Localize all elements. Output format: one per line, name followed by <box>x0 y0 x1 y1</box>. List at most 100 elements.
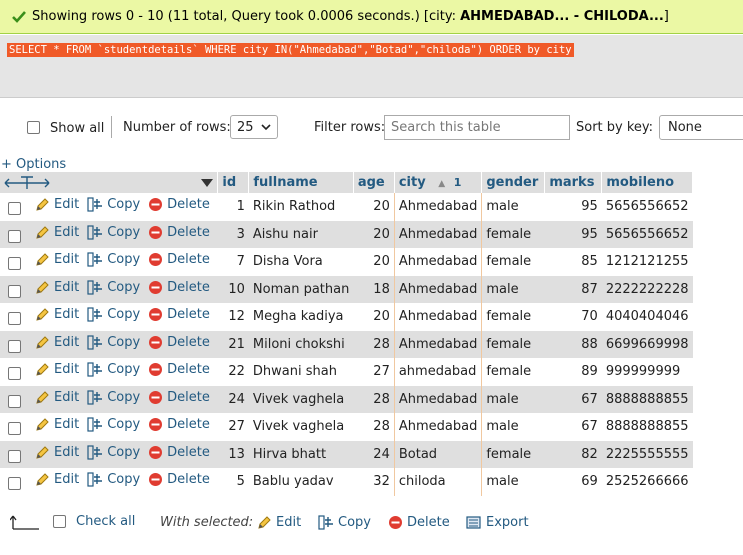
cell-marks[interactable]: 87 <box>544 275 602 303</box>
delete-button[interactable]: Delete <box>148 445 210 460</box>
cell-mobileno[interactable]: 6699669998 <box>601 330 693 358</box>
row-checkbox[interactable] <box>8 229 21 243</box>
cell-age[interactable]: 20 <box>353 193 395 221</box>
cell-age[interactable]: 24 <box>353 440 395 468</box>
cell-city[interactable]: Ahmedabad <box>393 193 483 221</box>
cell-id[interactable]: 10 <box>217 275 249 303</box>
row-checkbox[interactable] <box>8 257 21 271</box>
cell-fullname[interactable]: Miloni chokshi <box>248 330 354 358</box>
cell-gender[interactable]: female <box>481 248 545 276</box>
column-visibility-dropdown-icon[interactable] <box>201 178 214 187</box>
delete-button[interactable]: Delete <box>148 225 210 240</box>
cell-gender[interactable]: female <box>481 358 545 386</box>
cell-mobileno[interactable]: 2225555555 <box>601 440 693 468</box>
edit-button[interactable]: Edit <box>35 335 79 350</box>
column-header-age[interactable]: age <box>353 172 395 193</box>
copy-button[interactable]: Copy <box>87 362 140 377</box>
copy-button[interactable]: Copy <box>87 197 140 212</box>
row-checkbox[interactable] <box>8 339 21 353</box>
copy-button[interactable]: Copy <box>87 445 140 460</box>
cell-fullname[interactable]: Dhwani shah <box>248 358 354 386</box>
cell-id[interactable]: 21 <box>217 330 249 358</box>
cell-fullname[interactable]: Rikin Rathod <box>248 193 354 221</box>
filter-rows-input[interactable]: Search this table <box>384 115 570 140</box>
cell-age[interactable]: 32 <box>353 468 395 496</box>
row-checkbox[interactable] <box>8 449 21 463</box>
column-resize-arrows-icon[interactable] <box>4 175 50 190</box>
cell-mobileno[interactable]: 2222222228 <box>601 275 693 303</box>
cell-id[interactable]: 22 <box>217 358 249 386</box>
delete-button[interactable]: Delete <box>148 197 210 212</box>
show-all-checkbox[interactable] <box>27 121 40 134</box>
sql-query[interactable]: SELECT * FROM `studentdetails` WHERE cit… <box>7 43 574 57</box>
cell-age[interactable]: 20 <box>353 220 395 248</box>
cell-id[interactable]: 1 <box>217 193 249 221</box>
bulk-copy-button[interactable]: Copy <box>318 515 371 530</box>
cell-fullname[interactable]: Disha Vora <box>248 248 354 276</box>
cell-age[interactable]: 28 <box>353 330 395 358</box>
cell-mobileno[interactable]: 999999999 <box>601 358 693 386</box>
cell-city[interactable]: ahmedabad <box>393 358 483 386</box>
cell-gender[interactable]: male <box>481 275 545 303</box>
cell-fullname[interactable]: Bablu yadav <box>248 468 354 496</box>
edit-button[interactable]: Edit <box>35 390 79 405</box>
cell-age[interactable]: 28 <box>353 413 395 441</box>
cell-gender[interactable]: male <box>481 413 545 441</box>
rows-select[interactable]: 25 <box>230 115 278 139</box>
cell-age[interactable]: 20 <box>353 248 395 276</box>
cell-age[interactable]: 20 <box>353 303 395 331</box>
cell-marks[interactable]: 69 <box>544 468 602 496</box>
cell-fullname[interactable]: Noman pathan <box>248 275 354 303</box>
cell-city[interactable]: chiloda <box>393 468 483 496</box>
cell-gender[interactable]: female <box>481 220 545 248</box>
cell-marks[interactable]: 67 <box>544 413 602 441</box>
edit-button[interactable]: Edit <box>35 445 79 460</box>
cell-fullname[interactable]: Hirva bhatt <box>248 440 354 468</box>
cell-gender[interactable]: male <box>481 193 545 221</box>
cell-city[interactable]: Botad <box>393 440 483 468</box>
bulk-edit-button[interactable]: Edit <box>257 515 301 530</box>
bulk-delete-button[interactable]: Delete <box>388 515 450 530</box>
cell-id[interactable]: 12 <box>217 303 249 331</box>
cell-gender[interactable]: female <box>481 330 545 358</box>
delete-button[interactable]: Delete <box>148 417 210 432</box>
delete-button[interactable]: Delete <box>148 280 210 295</box>
cell-city[interactable]: Ahmedabad <box>393 220 483 248</box>
copy-button[interactable]: Copy <box>87 252 140 267</box>
options-link[interactable]: + Options <box>1 157 66 172</box>
check-all-checkbox[interactable] <box>53 515 66 528</box>
copy-button[interactable]: Copy <box>87 417 140 432</box>
cell-city[interactable]: Ahmedabad <box>393 275 483 303</box>
edit-button[interactable]: Edit <box>35 252 79 267</box>
edit-button[interactable]: Edit <box>35 417 79 432</box>
column-header-id[interactable]: id <box>217 172 250 193</box>
bulk-export-button[interactable]: Export <box>466 515 529 530</box>
delete-button[interactable]: Delete <box>148 252 210 267</box>
cell-mobileno[interactable]: 1212121255 <box>601 248 693 276</box>
row-checkbox[interactable] <box>8 202 21 216</box>
column-header-gender[interactable]: gender <box>481 172 546 193</box>
cell-fullname[interactable]: Aishu nair <box>248 220 354 248</box>
cell-marks[interactable]: 67 <box>544 385 602 413</box>
cell-mobileno[interactable]: 5656556652 <box>601 220 693 248</box>
cell-city[interactable]: Ahmedabad <box>393 248 483 276</box>
cell-city[interactable]: Ahmedabad <box>393 303 483 331</box>
column-header-fullname[interactable]: fullname <box>248 172 354 193</box>
edit-button[interactable]: Edit <box>35 307 79 322</box>
cell-age[interactable]: 27 <box>353 358 395 386</box>
cell-mobileno[interactable]: 2525266666 <box>601 468 693 496</box>
cell-age[interactable]: 28 <box>353 385 395 413</box>
row-checkbox[interactable] <box>8 284 21 298</box>
column-header-city[interactable]: city ▲ 1 <box>394 172 483 193</box>
column-header-mobileno[interactable]: mobileno <box>601 172 694 193</box>
cell-mobileno[interactable]: 4040404046 <box>601 303 693 331</box>
edit-button[interactable]: Edit <box>35 472 79 487</box>
edit-button[interactable]: Edit <box>35 362 79 377</box>
cell-id[interactable]: 3 <box>217 220 249 248</box>
row-checkbox[interactable] <box>8 367 21 381</box>
cell-id[interactable]: 27 <box>217 413 249 441</box>
cell-mobileno[interactable]: 8888888855 <box>601 385 693 413</box>
cell-id[interactable]: 5 <box>217 468 249 496</box>
cell-marks[interactable]: 85 <box>544 248 602 276</box>
cell-city[interactable]: Ahmedabad <box>393 330 483 358</box>
